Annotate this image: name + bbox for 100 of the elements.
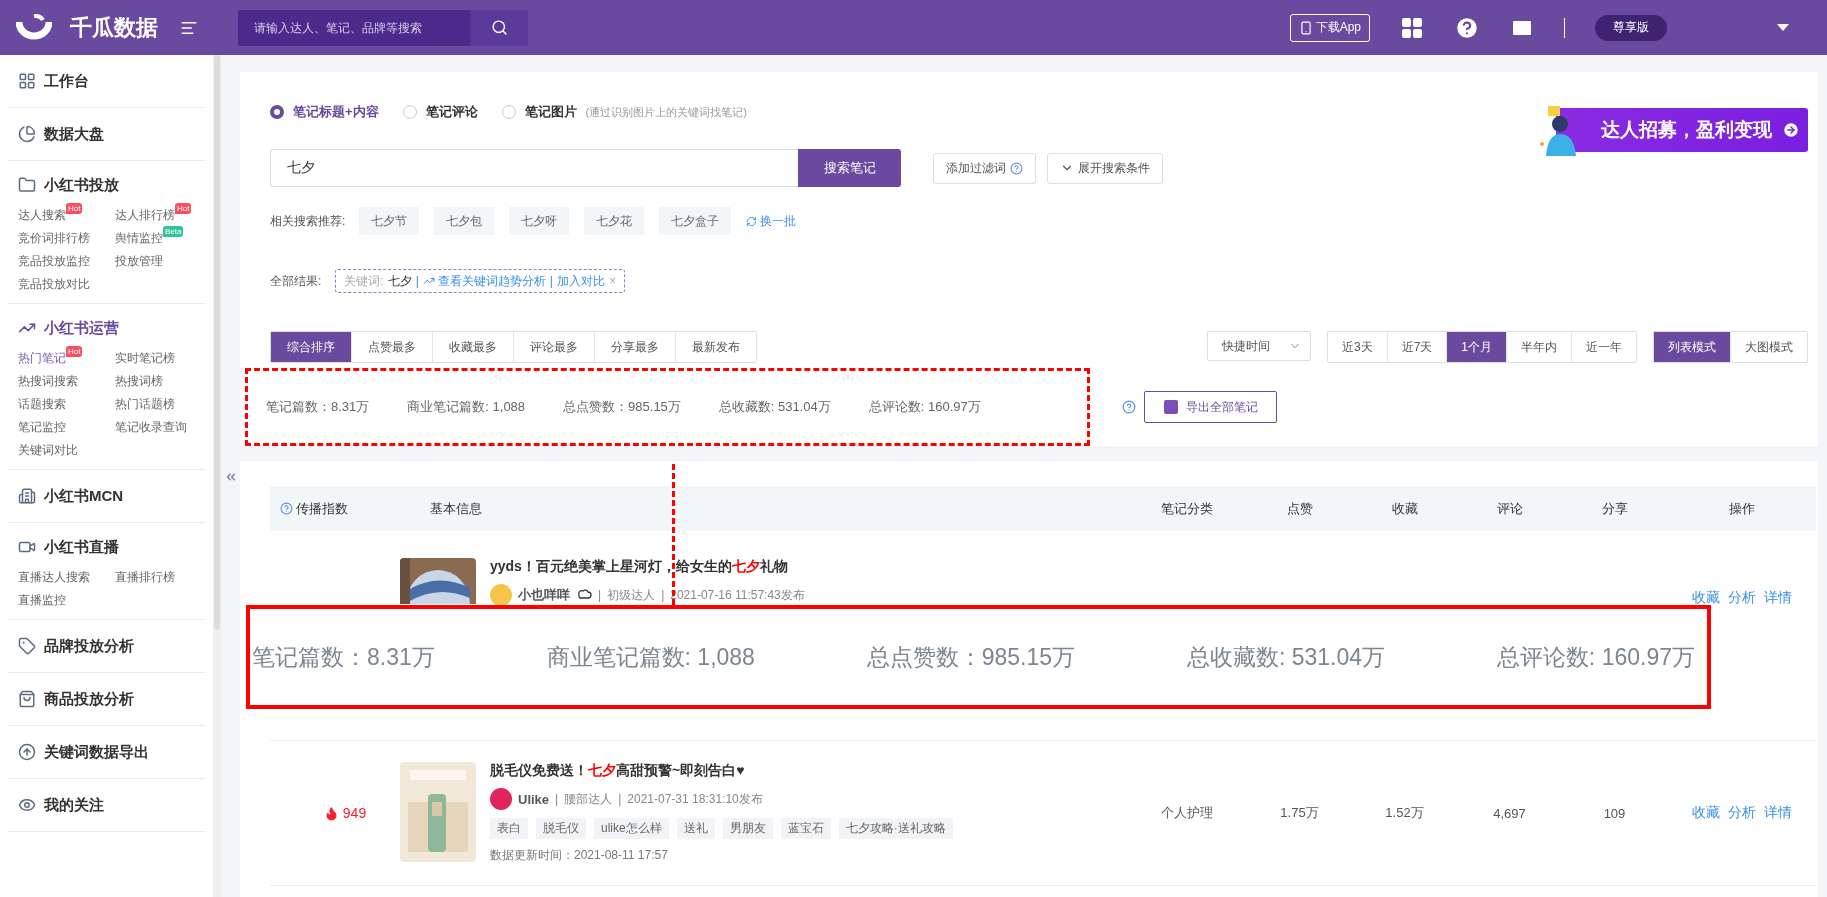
radio-label[interactable]: 笔记标题+内容 bbox=[293, 103, 379, 121]
help-icon[interactable] bbox=[280, 502, 293, 515]
caret-icon[interactable] bbox=[1777, 24, 1789, 31]
sidebar-section[interactable]: 商品投放分析 bbox=[8, 687, 205, 711]
sidebar-item[interactable]: 直播达人搜索 bbox=[18, 569, 90, 586]
column-header: 评论 bbox=[1495, 499, 1524, 518]
sidebar-section[interactable]: 小红书投放 bbox=[8, 173, 205, 197]
action-link[interactable]: 分析 bbox=[1727, 804, 1756, 822]
sidebar-item[interactable]: 竞价词排行榜 bbox=[18, 230, 90, 247]
publish-time: 2021-07-16 11:57:43发布 bbox=[670, 586, 805, 604]
related-chip[interactable]: 七夕呀 bbox=[509, 207, 570, 235]
sidebar-item[interactable]: 直播监控 bbox=[18, 592, 66, 609]
stat-text: 总点赞数：985.15万 bbox=[866, 642, 1076, 672]
export-button[interactable]: 导出全部笔记 bbox=[1144, 391, 1277, 423]
related-chip[interactable]: 七夕盒子 bbox=[659, 207, 732, 235]
folder-icon bbox=[18, 176, 36, 194]
stat-text: 总评论数: 160.97万 bbox=[868, 398, 981, 416]
trend-link[interactable]: 查看关键词趋势分析 bbox=[422, 272, 546, 290]
view-tab[interactable]: 列表模式 bbox=[1654, 332, 1731, 362]
promo-banner[interactable]: 达人招募，盈利变现 bbox=[1556, 107, 1808, 152]
author-name[interactable]: Ulike bbox=[518, 791, 550, 807]
tag-chip[interactable]: 蓝宝石 bbox=[780, 818, 831, 839]
tag-chip[interactable]: ulike怎么样 bbox=[594, 818, 669, 839]
scrollbar-thumb[interactable] bbox=[214, 55, 220, 630]
radio-button[interactable] bbox=[270, 105, 284, 119]
sidebar-item[interactable]: 舆情监控 bbox=[115, 230, 163, 247]
sidebar-item[interactable]: 热门笔记 bbox=[18, 350, 66, 367]
level-text: 初级达人 bbox=[607, 586, 656, 604]
time-select[interactable]: 快捷时间 bbox=[1206, 331, 1311, 361]
action-link[interactable]: 详情 bbox=[1763, 804, 1792, 822]
time-tab[interactable]: 1个月 bbox=[1447, 332, 1507, 362]
sidebar-item[interactable]: 热搜词榜 bbox=[115, 373, 163, 390]
sidebar-item[interactable]: 达人排行榜 bbox=[115, 207, 175, 224]
tag-chip[interactable]: 七夕攻略·送礼攻略 bbox=[838, 818, 953, 839]
sidebar-item[interactable]: 竞品投放监控 bbox=[18, 253, 90, 270]
stat-text: 总收藏数: 531.04万 bbox=[1186, 642, 1386, 672]
expand-button[interactable]: 展开搜索条件 bbox=[1047, 152, 1163, 184]
search-button[interactable]: 搜索笔记 bbox=[798, 149, 901, 187]
related-chip[interactable]: 七夕节 bbox=[359, 207, 420, 235]
search-field[interactable]: 七夕 bbox=[270, 149, 798, 187]
radio-label[interactable]: 笔记图片 bbox=[524, 103, 577, 121]
column-header: 基本信息 bbox=[429, 499, 483, 518]
sidebar-section[interactable]: 工作台 bbox=[8, 69, 205, 93]
action-link[interactable]: 收藏 bbox=[1691, 804, 1720, 822]
filter-button[interactable]: 添加过滤词 bbox=[933, 152, 1036, 184]
table-cell: 1.75万 bbox=[1280, 805, 1319, 820]
note-title[interactable]: yyds！百元绝美掌上星河灯，给女生的七夕礼物 bbox=[490, 558, 805, 576]
help-icon[interactable] bbox=[1122, 400, 1136, 414]
sidebar-section[interactable]: 品牌投放分析 bbox=[8, 634, 205, 658]
tag-chip[interactable]: 脱毛仪 bbox=[536, 818, 586, 839]
sidebar-item[interactable]: 直播排行榜 bbox=[115, 569, 175, 586]
sidebar-section[interactable]: 小红书直播 bbox=[8, 535, 205, 559]
tag-chip[interactable]: 表白 bbox=[490, 818, 528, 839]
sidebar-item[interactable]: 笔记监控 bbox=[18, 419, 66, 436]
search-field[interactable]: 请输入达人、笔记、品牌等搜索 bbox=[238, 9, 470, 46]
tag-icon bbox=[18, 637, 36, 655]
logo-icon bbox=[16, 13, 52, 42]
sidebar-item[interactable]: 笔记收录查询 bbox=[115, 419, 187, 436]
sidebar-item[interactable]: 热门话题榜 bbox=[115, 396, 175, 413]
plan-badge[interactable]: 尊享版 bbox=[1595, 14, 1667, 41]
related-label: 相关搜索推荐: bbox=[270, 212, 346, 230]
tag-chip[interactable]: 男朋友 bbox=[722, 818, 773, 839]
sidebar-item[interactable]: 竞品投放对比 bbox=[18, 276, 90, 293]
action-link[interactable]: 分析 bbox=[1727, 589, 1756, 607]
column-header: 收藏 bbox=[1390, 499, 1419, 518]
sidebar-item[interactable]: 投放管理 bbox=[115, 253, 163, 270]
sidebar-section[interactable]: 我的关注 bbox=[8, 793, 205, 817]
sidebar-item[interactable]: 达人搜索 bbox=[18, 207, 66, 224]
related-chip[interactable]: 七夕花 bbox=[584, 207, 645, 235]
note-title[interactable]: 脱毛仪免费送！七夕高甜预警~即刻告白♥ bbox=[490, 762, 953, 780]
flame-icon bbox=[323, 805, 339, 821]
related-chip[interactable]: 七夕包 bbox=[434, 207, 495, 235]
sidebar-item[interactable]: 实时笔记榜 bbox=[115, 350, 175, 367]
eye-icon bbox=[18, 796, 36, 814]
action-link[interactable]: 收藏 bbox=[1691, 589, 1720, 607]
column-header: 点赞 bbox=[1285, 499, 1314, 518]
time-tab[interactable]: 近3天 bbox=[1327, 332, 1388, 362]
refresh-link[interactable]: 换一批 bbox=[746, 212, 797, 230]
sidebar-item[interactable]: 热搜词搜索 bbox=[18, 373, 78, 390]
compare-link[interactable]: 加入对比 bbox=[556, 272, 605, 290]
separator: | bbox=[598, 588, 602, 602]
help-icon bbox=[1010, 161, 1023, 175]
sidebar-section[interactable]: 关键词数据导出 bbox=[8, 740, 205, 764]
apps-icon[interactable] bbox=[1400, 15, 1424, 40]
sort-tab[interactable]: 综合排序 bbox=[271, 332, 352, 362]
action-link[interactable]: 详情 bbox=[1763, 589, 1792, 607]
sidebar-section[interactable]: 小红书运营 bbox=[8, 316, 205, 340]
result-label: 全部结果: bbox=[270, 272, 322, 290]
author-name[interactable]: 小也咩咩 bbox=[518, 586, 570, 604]
download-app-button[interactable]: 下载App bbox=[1289, 13, 1370, 42]
radio-label[interactable]: 笔记评论 bbox=[425, 103, 478, 121]
sidebar-section[interactable]: 小红书MCN bbox=[8, 484, 205, 508]
sidebar-item[interactable]: 关键词对比 bbox=[18, 442, 78, 459]
search-button[interactable] bbox=[470, 9, 528, 46]
search-bar[interactable]: 请输入达人、笔记、品牌等搜索 bbox=[238, 9, 528, 46]
tag-chip[interactable]: 送礼 bbox=[676, 818, 715, 839]
badge: Hot bbox=[66, 346, 83, 357]
sidebar-section[interactable]: 数据大盘 bbox=[8, 122, 205, 146]
sidebar-item[interactable]: 话题搜索 bbox=[18, 396, 66, 413]
badge: Hot bbox=[66, 203, 83, 214]
